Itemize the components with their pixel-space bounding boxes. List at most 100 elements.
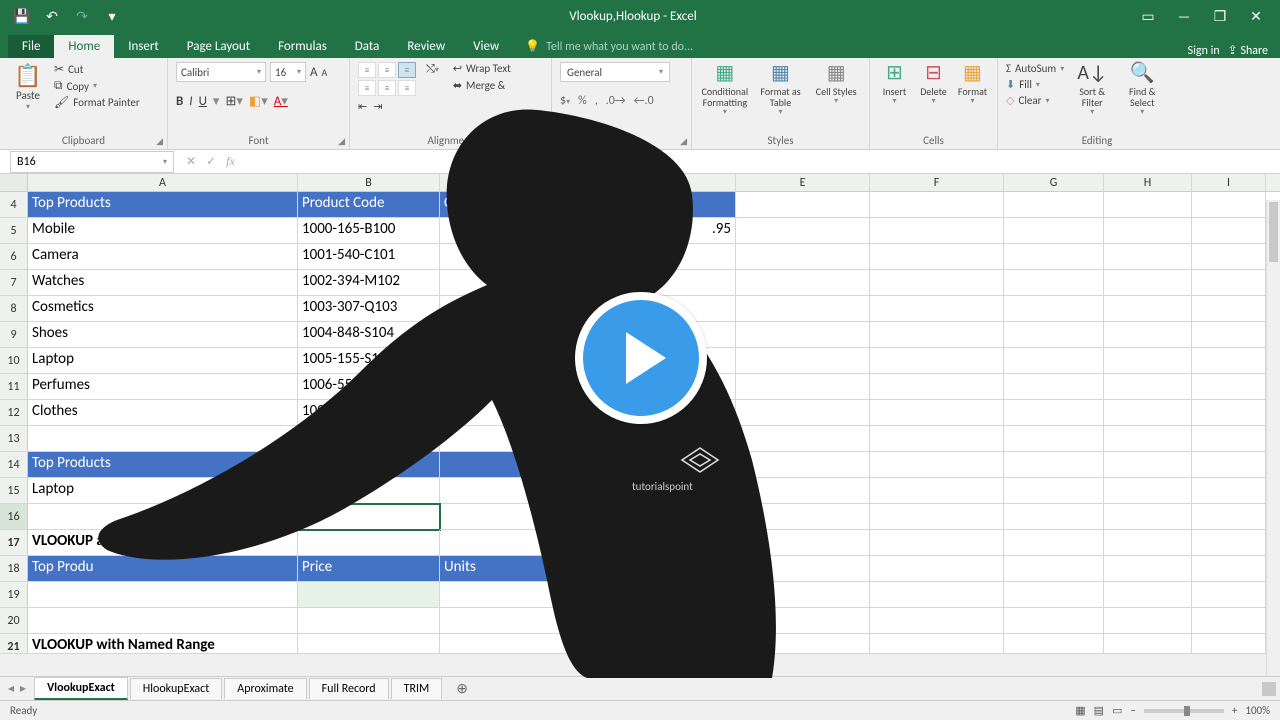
cell[interactable]: Perfumes [28, 374, 298, 400]
row-header[interactable]: 9 [0, 322, 28, 348]
col-header-f[interactable]: F [870, 174, 1004, 191]
col-header-d[interactable]: D [574, 174, 736, 191]
cell[interactable] [1104, 244, 1192, 270]
format-cells-button[interactable]: ▦Format▾ [956, 62, 989, 106]
cell[interactable] [574, 192, 736, 218]
cell[interactable] [1192, 400, 1266, 426]
cell[interactable] [1192, 452, 1266, 478]
cell[interactable] [1192, 270, 1266, 296]
cell[interactable]: Top Produ [28, 556, 298, 582]
cell[interactable]: Mobile [28, 218, 298, 244]
cell[interactable] [1192, 504, 1266, 530]
cell[interactable]: 1002-394-M102 [298, 270, 440, 296]
cell[interactable]: 1000-165-B100 [298, 218, 440, 244]
cell[interactable] [1192, 530, 1266, 556]
cell[interactable] [1192, 582, 1266, 608]
cell[interactable] [574, 582, 736, 608]
tab-insert[interactable]: Insert [114, 35, 173, 58]
cell[interactable] [736, 478, 870, 504]
cell[interactable] [870, 244, 1004, 270]
tab-review[interactable]: Review [393, 35, 459, 58]
font-name-select[interactable]: Calibri▾ [176, 62, 266, 82]
cell[interactable] [1192, 244, 1266, 270]
cell[interactable]: 1004-848-S104 [298, 322, 440, 348]
cell[interactable] [28, 608, 298, 634]
cell[interactable] [870, 634, 1004, 654]
cell[interactable]: Top Products [28, 192, 298, 218]
cell[interactable] [440, 322, 574, 348]
tab-formulas[interactable]: Formulas [264, 35, 341, 58]
row-header[interactable]: 10 [0, 348, 28, 374]
cell[interactable] [736, 296, 870, 322]
cell[interactable] [736, 322, 870, 348]
cell[interactable] [736, 192, 870, 218]
cell[interactable]: C [440, 192, 574, 218]
view-page-break-button[interactable]: ▭ [1112, 704, 1122, 717]
cell[interactable] [1104, 322, 1192, 348]
undo-button[interactable]: ↶ [38, 2, 66, 30]
cell[interactable] [870, 218, 1004, 244]
align-middle-button[interactable]: ≡ [378, 62, 396, 78]
vertical-scrollbar[interactable] [1266, 200, 1280, 676]
decrease-decimal-button[interactable]: ←.0 [634, 94, 654, 108]
name-box[interactable]: B16▾ [10, 151, 174, 173]
cell[interactable] [1004, 530, 1104, 556]
cell[interactable] [298, 530, 440, 556]
sheet-tab-vlookupexact[interactable]: VlookupExact [34, 677, 128, 700]
view-page-layout-button[interactable]: ▤ [1094, 704, 1104, 717]
close-button[interactable]: ✕ [1240, 2, 1272, 30]
col-header-i[interactable]: I [1192, 174, 1266, 191]
cell[interactable] [736, 244, 870, 270]
cell[interactable]: Total [574, 556, 736, 582]
shrink-font-button[interactable]: A [322, 66, 328, 79]
find-select-button[interactable]: 🔍Find & Select▾ [1120, 62, 1164, 117]
cell[interactable] [1004, 400, 1104, 426]
cell[interactable] [440, 634, 574, 654]
cell[interactable] [870, 374, 1004, 400]
cell[interactable] [736, 582, 870, 608]
cell[interactable]: .95 [574, 218, 736, 244]
ribbon-options-button[interactable]: ▭ [1132, 2, 1164, 30]
cell[interactable] [440, 426, 574, 452]
cell[interactable]: Top Products [28, 452, 298, 478]
col-header-c[interactable]: C [440, 174, 574, 191]
view-normal-button[interactable]: ▦ [1075, 704, 1085, 717]
cell[interactable]: Camera [28, 244, 298, 270]
cell[interactable] [870, 504, 1004, 530]
col-header-a[interactable]: A [28, 174, 298, 191]
underline-button[interactable]: U [199, 94, 207, 109]
cell[interactable] [1004, 556, 1104, 582]
cell[interactable] [28, 426, 298, 452]
cell[interactable] [574, 478, 736, 504]
zoom-slider[interactable] [1144, 709, 1224, 713]
cell[interactable] [870, 296, 1004, 322]
comma-format-button[interactable]: , [595, 94, 598, 108]
decrease-indent-button[interactable]: ⇤ [358, 100, 367, 113]
sheet-tab-full-record[interactable]: Full Record [309, 678, 389, 699]
cell[interactable] [1004, 192, 1104, 218]
cell[interactable] [1104, 270, 1192, 296]
cell[interactable]: Cosmetics [28, 296, 298, 322]
cell[interactable]: Laptop [28, 348, 298, 374]
row-header[interactable]: 15 [0, 478, 28, 504]
cell[interactable] [1192, 634, 1266, 654]
cell[interactable]: VLOOKUP an [28, 530, 298, 556]
cell[interactable] [1004, 296, 1104, 322]
cell[interactable] [870, 452, 1004, 478]
cell[interactable]: 1007-634-O107 [298, 400, 440, 426]
cell[interactable] [1104, 504, 1192, 530]
cell[interactable] [574, 504, 736, 530]
enter-formula-button[interactable]: ✓ [206, 154, 216, 169]
italic-button[interactable]: I [189, 94, 192, 109]
cell[interactable] [440, 218, 574, 244]
cell[interactable] [1004, 374, 1104, 400]
cell[interactable] [1192, 218, 1266, 244]
cell[interactable] [1004, 452, 1104, 478]
cell[interactable]: 1003-307-Q103 [298, 296, 440, 322]
row-header[interactable]: 5 [0, 218, 28, 244]
cell[interactable] [1192, 296, 1266, 322]
cell[interactable] [298, 608, 440, 634]
cell[interactable] [1004, 426, 1104, 452]
wrap-text-button[interactable]: ↩Wrap Text [453, 62, 511, 75]
cell[interactable] [574, 530, 736, 556]
